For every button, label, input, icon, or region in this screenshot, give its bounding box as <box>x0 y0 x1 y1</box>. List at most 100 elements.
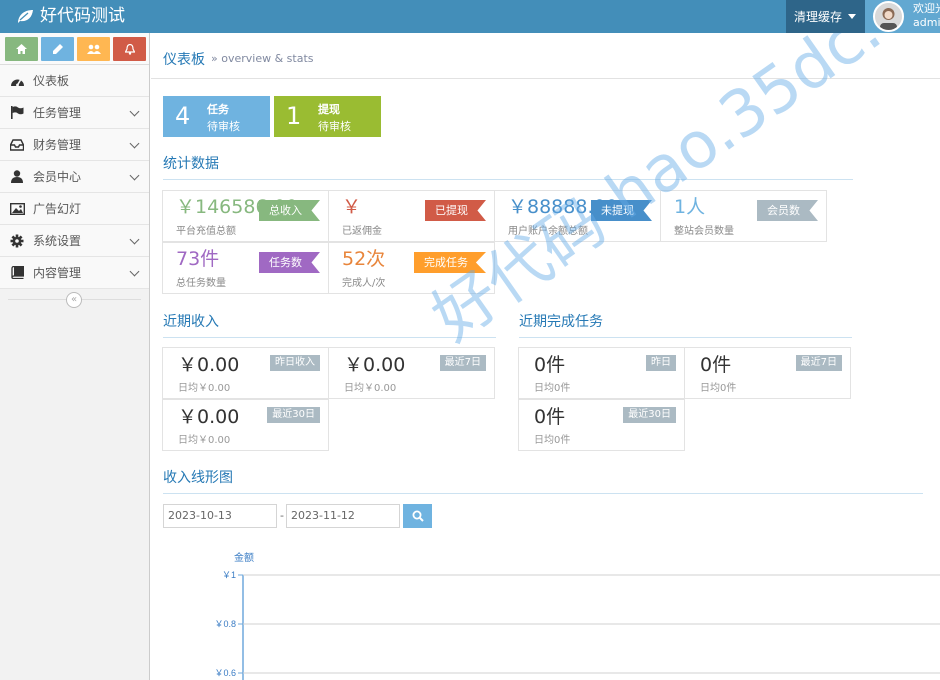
stat-value: 52次 <box>342 248 386 270</box>
tasks-section-title: 近期完成任务 <box>519 311 852 338</box>
brand-link[interactable]: 好代码测试 <box>16 5 125 27</box>
tasks-value: 0件 <box>534 354 566 376</box>
search-button[interactable] <box>403 504 432 528</box>
stat-tag: 总收入 <box>259 200 320 221</box>
stat-tag: 任务数 <box>259 252 320 273</box>
tasks-period-badge: 昨日 <box>646 355 676 371</box>
collapse-sidebar-button[interactable]: « <box>66 292 82 308</box>
stat-card: ￥88888.00 用户账户余额总额 未提现 <box>494 190 661 242</box>
sidebar-item-6[interactable]: 系统设置 <box>0 225 149 257</box>
sidebar-item-4[interactable]: 会员中心 <box>0 161 149 193</box>
picture-icon <box>9 201 25 217</box>
clear-cache-dropdown[interactable]: 清理缓存 <box>786 0 864 33</box>
chevron-down-icon <box>129 234 140 245</box>
sidebar-item-label: 内容管理 <box>33 266 82 280</box>
avatar <box>873 1 904 32</box>
stat-value: 1人 <box>674 196 706 218</box>
income-line-chart: 金额 ￥1 ￥0.8 ￥0.6 <box>214 551 940 680</box>
sidebar-item-5[interactable]: 广告幻灯 <box>0 193 149 225</box>
shortcut-edit-button[interactable] <box>41 37 74 61</box>
brand-title: 好代码测试 <box>40 6 125 26</box>
sidebar-item-label: 广告幻灯 <box>33 202 82 216</box>
tasks-average: 日均0件 <box>700 383 737 394</box>
tasks-average: 日均0件 <box>534 383 571 394</box>
chevron-down-icon <box>129 170 140 181</box>
sidebar-item-3[interactable]: 财务管理 <box>0 129 149 161</box>
income-period-badge: 最近7日 <box>439 355 486 371</box>
sidebar: 仪表板任务管理财务管理会员中心广告幻灯系统设置内容管理 « <box>0 33 150 680</box>
chart-tick-label: ￥0.8 <box>214 619 236 629</box>
stat-value: 73件 <box>176 248 220 270</box>
chart-y-axis-label: 金额 <box>234 551 254 564</box>
chart-tick-label: ￥1 <box>222 570 236 580</box>
chevron-down-icon <box>129 266 140 277</box>
tasks-period-badge: 最近30日 <box>623 407 676 423</box>
user-menu[interactable]: 欢迎光临, admin <box>864 0 940 33</box>
home-icon <box>16 44 27 54</box>
pencil-icon <box>52 44 63 54</box>
username: admin <box>913 16 940 29</box>
income-card: ￥0.00 日均￥0.00 昨日收入 <box>162 347 329 399</box>
pending-count: 1 <box>286 102 302 130</box>
income-card: ￥0.00 日均￥0.00 最近30日 <box>162 399 329 451</box>
sidebar-item-label: 系统设置 <box>33 234 82 248</box>
clear-cache-label: 清理缓存 <box>793 10 842 24</box>
bell-icon <box>124 43 135 55</box>
stat-label: 完成人/次 <box>342 278 386 289</box>
income-value: ￥0.00 <box>178 354 240 376</box>
book-icon <box>9 265 25 281</box>
tasks-period-badge: 最近7日 <box>795 355 842 371</box>
shortcut-users-button[interactable] <box>77 37 110 61</box>
line-chart-section-title: 收入线形图 <box>163 467 923 494</box>
stats-section-title: 统计数据 <box>163 153 853 180</box>
income-card: ￥0.00 日均￥0.00 最近7日 <box>328 347 495 399</box>
tasks-card: 0件日均0件 昨日 <box>518 347 685 399</box>
sidebar-collapse: « <box>0 289 149 311</box>
shortcut-notify-button[interactable] <box>113 37 146 61</box>
sidebar-item-2[interactable]: 任务管理 <box>0 97 149 129</box>
chevron-down-icon <box>129 106 140 117</box>
main-content: 仪表板 » overview & stats 4 任务 待审核 1 提现 待审核 统计数据… <box>151 33 940 680</box>
start-date-input[interactable]: 2023-10-13 <box>163 504 277 528</box>
pending-type: 任务 <box>207 103 229 116</box>
pending-box[interactable]: 1 提现 待审核 <box>274 96 381 137</box>
flag-icon <box>9 105 25 121</box>
income-period-badge: 昨日收入 <box>270 355 320 371</box>
dashboard-icon <box>9 73 25 89</box>
welcome-text: 欢迎光临, <box>913 2 940 15</box>
pending-box[interactable]: 4 任务 待审核 <box>163 96 270 137</box>
sidebar-nav: 仪表板任务管理财务管理会员中心广告幻灯系统设置内容管理 <box>0 65 149 289</box>
shortcut-home-button[interactable] <box>5 37 38 61</box>
stat-tag: 未提现 <box>591 200 652 221</box>
stat-tag: 会员数 <box>757 200 818 221</box>
stat-label: 总任务数量 <box>176 278 226 289</box>
page-header: 仪表板 » overview & stats <box>151 33 940 79</box>
search-icon <box>412 510 424 522</box>
chevron-down-icon <box>129 138 140 149</box>
sidebar-item-1[interactable]: 仪表板 <box>0 65 149 97</box>
pending-type: 提现 <box>318 103 340 116</box>
tasks-value: 0件 <box>700 354 732 376</box>
tasks-card: 0件 日均0件 最近30日 <box>518 399 685 451</box>
stat-card: 73件总任务数量 任务数 <box>162 242 329 294</box>
pending-status: 待审核 <box>207 120 240 133</box>
users-icon <box>86 44 101 54</box>
stat-label: 平台充值总额 <box>176 226 236 237</box>
income-average: 日均￥0.00 <box>178 383 231 394</box>
caret-down-icon <box>848 14 856 19</box>
navbar: 好代码测试 清理缓存 欢迎光临, admin <box>0 0 940 33</box>
stat-value: ￥ <box>342 196 362 218</box>
stat-tag: 完成任务 <box>414 252 486 273</box>
stat-card: ￥ 已返佣金 已提现 <box>328 190 495 242</box>
sidebar-item-label: 任务管理 <box>33 106 82 120</box>
sidebar-item-label: 会员中心 <box>33 170 82 184</box>
income-average: 日均￥0.00 <box>178 435 231 446</box>
end-date-input[interactable]: 2023-11-12 <box>286 504 400 528</box>
sidebar-item-7[interactable]: 内容管理 <box>0 257 149 289</box>
stat-card: ￥146586.00 平台充值总额 总收入 <box>162 190 329 242</box>
stat-card: 1人 整站会员数量 会员数 <box>660 190 827 242</box>
tasks-value: 0件 <box>534 406 566 428</box>
page-subtitle: » overview & stats <box>211 52 314 65</box>
inbox-icon <box>9 137 25 153</box>
tasks-card: 0件日均0件 最近7日 <box>684 347 851 399</box>
